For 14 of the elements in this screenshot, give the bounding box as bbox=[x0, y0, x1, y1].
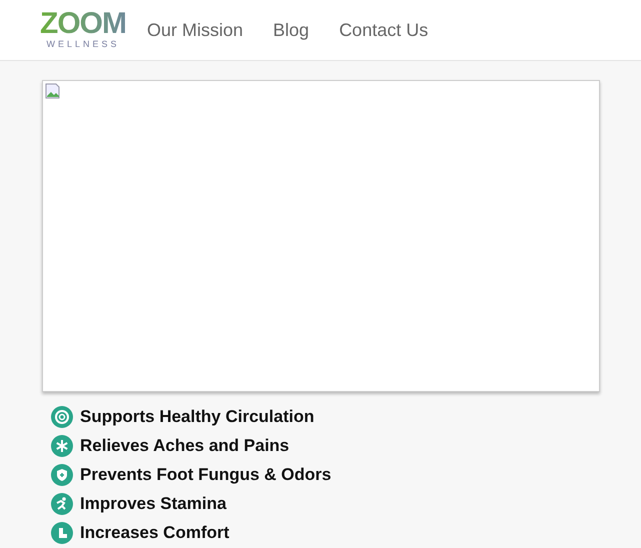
benefit-label: Increases Comfort bbox=[80, 522, 230, 544]
nav-link[interactable]: Blog bbox=[273, 16, 310, 44]
runner-icon bbox=[51, 492, 73, 514]
benefit-label: Relieves Aches and Pains bbox=[80, 434, 290, 457]
ring-icon bbox=[51, 406, 73, 428]
shield-icon bbox=[51, 464, 73, 486]
logo-tagline: WELLNESS bbox=[46, 38, 120, 50]
broken-image-icon bbox=[45, 83, 61, 99]
nav-link[interactable]: Our Mission bbox=[147, 16, 244, 44]
nav-link[interactable]: Contact Us bbox=[339, 16, 428, 44]
snowflake-icon bbox=[51, 434, 73, 456]
benefit-label: Prevents Foot Fungus & Odors bbox=[80, 464, 332, 486]
benefit-label: Supports Healthy Circulation bbox=[80, 406, 314, 428]
benefit-label: Improves Stamina bbox=[80, 492, 226, 515]
